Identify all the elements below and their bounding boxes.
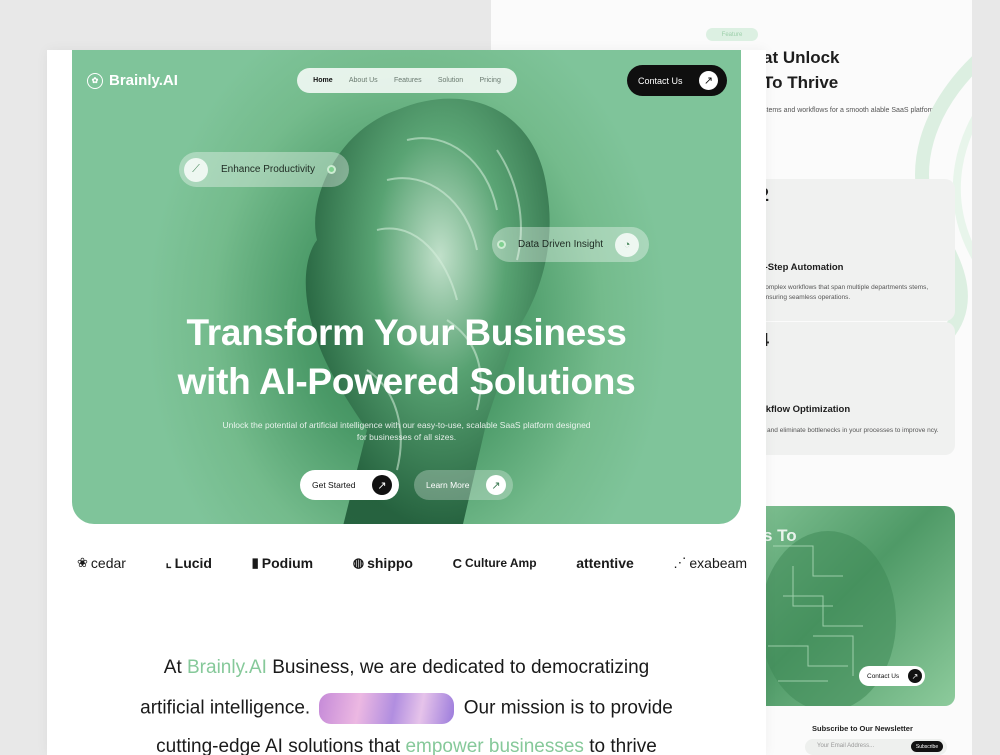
mission-text: cutting-edge AI solutions that bbox=[156, 736, 401, 755]
partner-logo-attentive: attentive bbox=[576, 555, 634, 571]
card-title: i-Step Automation bbox=[762, 262, 844, 273]
main-nav: Home About Us Features Solution Pricing bbox=[297, 68, 517, 93]
partner-logo-exabeam: ⋰ exabeam bbox=[673, 555, 747, 571]
culture-amp-icon: C bbox=[452, 555, 462, 571]
partner-logo-culture-amp: C Culture Amp bbox=[453, 556, 537, 571]
pie-chart-icon: ◔ bbox=[615, 232, 640, 257]
brand-name: Brainly.AI bbox=[109, 72, 178, 89]
podium-icon: ▮ bbox=[251, 555, 259, 570]
card-title: rkflow Optimization bbox=[762, 404, 851, 415]
partner-name: Culture Amp bbox=[465, 556, 537, 570]
brain-icon: ✿ bbox=[87, 72, 103, 89]
headline-line1: Transform Your Business bbox=[186, 312, 627, 353]
partner-name: Lucid bbox=[174, 555, 212, 571]
green-card-contact-label: Contact Us bbox=[867, 672, 900, 680]
headline-line2: with AI-Powered Solutions bbox=[177, 361, 636, 402]
lucid-icon: ⌞ bbox=[165, 555, 172, 570]
chip-insight-label: Data Driven Insight bbox=[518, 239, 604, 250]
nav-item-solution[interactable]: Solution bbox=[438, 77, 463, 84]
mission-line2: artificial intelligence. Our mission is … bbox=[47, 693, 766, 724]
chart-icon: ⟋ bbox=[184, 157, 208, 182]
mission-brand: Brainly.AI bbox=[187, 657, 267, 678]
partner-logo-podium: ▮ Podium bbox=[252, 555, 314, 571]
mockup-stage: Feature at Unlock To Thrive stems and wo… bbox=[0, 0, 1000, 755]
arrow-up-right-icon: ↗ bbox=[699, 71, 718, 90]
cta-green-card: s To Contact Us ↗ bbox=[753, 506, 955, 706]
learn-more-button[interactable]: Learn More ↗ bbox=[414, 470, 513, 500]
mission-text: to thrive bbox=[589, 736, 657, 755]
mission-line3: cutting-edge AI solutions that empower b… bbox=[47, 736, 766, 755]
partner-name: attentive bbox=[576, 555, 634, 571]
chip-enhance-productivity: ⟋ Enhance Productivity bbox=[179, 152, 349, 187]
feature-tag: Feature bbox=[706, 28, 758, 41]
exabeam-icon: ⋰ bbox=[673, 555, 687, 570]
abstract-gradient-image bbox=[319, 693, 455, 724]
green-card-title: s To bbox=[763, 526, 797, 545]
mission-text: Our mission is to provide bbox=[463, 697, 673, 719]
partner-name: exabeam bbox=[689, 555, 747, 571]
card-desc: y and eliminate bottlenecks in your proc… bbox=[762, 427, 939, 434]
arrow-up-right-icon: ↗ bbox=[908, 669, 922, 683]
feature-card-workflow: 4 rkflow Optimization y and eliminate bo… bbox=[753, 322, 955, 455]
back-heading-line2: To Thrive bbox=[763, 73, 839, 92]
back-heading-line1: at Unlock bbox=[763, 48, 840, 67]
mission-text: artificial intelligence. bbox=[140, 697, 311, 719]
feature-card-automation: 2 i-Step Automation complex workflows th… bbox=[753, 179, 955, 321]
nav-item-features[interactable]: Features bbox=[394, 77, 422, 84]
shippo-icon: ◍ bbox=[352, 555, 365, 570]
mission-text: Business, we are dedicated to democratiz… bbox=[272, 657, 650, 678]
status-dot bbox=[326, 165, 336, 174]
newsletter-placeholder: Your Email Address... bbox=[817, 743, 875, 749]
subscribe-button[interactable]: Subscribe bbox=[911, 741, 943, 752]
green-card-contact-button[interactable]: Contact Us ↗ bbox=[859, 666, 925, 686]
mission-line1: At Brainly.AI Business, we are dedicated… bbox=[47, 657, 766, 679]
hero-section: ✿ Brainly.AI Home About Us Features Solu… bbox=[72, 50, 741, 524]
nav-item-about[interactable]: About Us bbox=[349, 77, 378, 84]
partner-name: cedar bbox=[90, 555, 126, 571]
get-started-button[interactable]: Get Started ↗ bbox=[300, 470, 399, 500]
newsletter-title: Subscribe to Our Newsletter bbox=[812, 724, 913, 733]
hero-subtext: Unlock the potential of artificial intel… bbox=[222, 420, 591, 442]
hero-headline: Transform Your Business with AI-Powered … bbox=[72, 308, 741, 406]
get-started-label: Get Started bbox=[312, 480, 356, 490]
partner-logo-cedar: ❀ cedar bbox=[77, 555, 126, 571]
contact-us-button[interactable]: Contact Us ↗ bbox=[627, 65, 727, 96]
partner-name: Podium bbox=[261, 555, 314, 571]
partner-logo-shippo: ◍ shippo bbox=[353, 555, 413, 571]
brand-logo[interactable]: ✿ Brainly.AI bbox=[87, 72, 178, 89]
learn-more-label: Learn More bbox=[426, 480, 470, 490]
chip-productivity-label: Enhance Productivity bbox=[221, 164, 315, 175]
arrow-up-right-icon: ↗ bbox=[486, 475, 506, 495]
mission-text: At bbox=[163, 657, 182, 678]
robot-head-image bbox=[305, 98, 550, 524]
card-desc: complex workflows that span multiple dep… bbox=[762, 284, 929, 301]
front-page: ✿ Brainly.AI Home About Us Features Solu… bbox=[47, 50, 766, 755]
arrow-up-right-icon: ↗ bbox=[372, 475, 392, 495]
contact-us-label: Contact Us bbox=[638, 75, 683, 86]
nav-item-pricing[interactable]: Pricing bbox=[479, 77, 500, 84]
newsletter-input[interactable]: Your Email Address... Subscribe bbox=[805, 739, 947, 755]
nav-item-home[interactable]: Home bbox=[313, 77, 332, 84]
partner-logo-lucid: ⌞ Lucid bbox=[166, 555, 212, 571]
chip-data-driven-insight: Data Driven Insight ◔ bbox=[492, 227, 649, 262]
mission-accent: empower businesses bbox=[405, 736, 584, 755]
status-dot bbox=[497, 240, 506, 249]
partner-name: shippo bbox=[367, 555, 413, 571]
partner-logos: ❀ cedar ⌞ Lucid ▮ Podium ◍ shippo C Culture A… bbox=[77, 553, 747, 573]
cedar-icon: ❀ bbox=[77, 555, 88, 570]
